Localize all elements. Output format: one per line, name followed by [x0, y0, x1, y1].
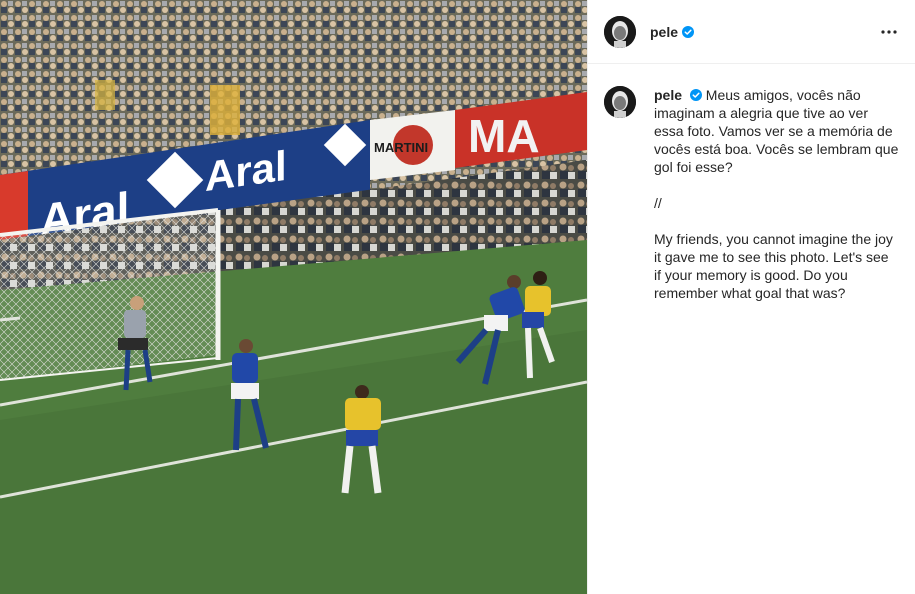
verified-badge-icon — [682, 25, 695, 38]
caption-separator: // — [654, 195, 662, 211]
verified-badge-icon — [689, 89, 702, 101]
caption-username[interactable]: pele — [654, 87, 682, 103]
post-header: pele — [588, 0, 915, 64]
more-options-button[interactable] — [877, 20, 901, 44]
avatar-icon — [604, 86, 636, 118]
profile-photo-avatar[interactable] — [604, 15, 636, 48]
caption-avatar[interactable] — [604, 86, 636, 118]
instagram-post: Aral Aral MARTINI MA pele pele Meus amig… — [0, 0, 915, 594]
ad-board-ma: MA — [468, 110, 540, 162]
football-match-photo: Aral Aral MARTINI MA — [0, 0, 587, 594]
ad-board-martini: MARTINI — [374, 140, 428, 155]
post-photo[interactable]: Aral Aral MARTINI MA — [0, 0, 587, 594]
author-username[interactable]: pele — [650, 24, 678, 40]
caption-section: pele Meus amigos, vocês não imaginam a a… — [588, 64, 915, 302]
caption-text-english: My friends, you cannot imagine the joy i… — [654, 231, 893, 301]
avatar-icon — [604, 15, 636, 48]
post-side-panel: pele pele Meus amigos, vocês não imagina… — [587, 0, 915, 594]
more-options-icon — [881, 29, 897, 34]
post-caption: pele Meus amigos, vocês não imaginam a a… — [654, 86, 899, 302]
